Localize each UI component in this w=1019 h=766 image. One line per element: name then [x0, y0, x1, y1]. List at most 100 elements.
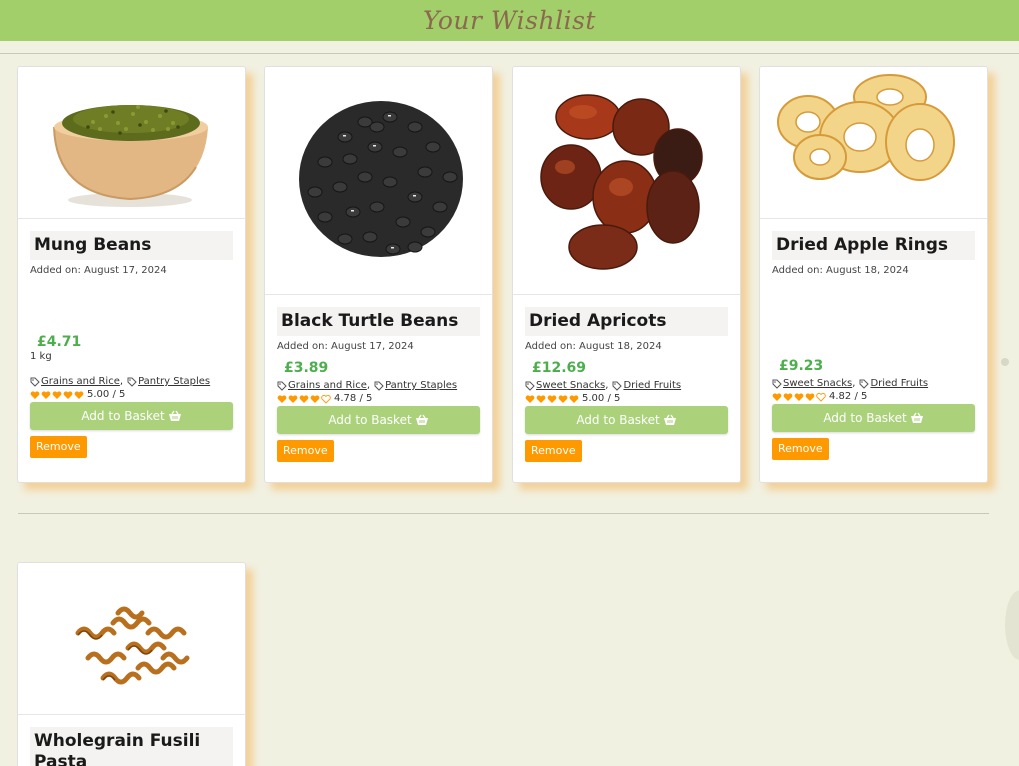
heart-full-icon [30, 390, 40, 399]
product-price: £3.89 [284, 360, 329, 376]
heart-full-icon [805, 392, 815, 401]
product-image-black-turtle-beans[interactable] [265, 67, 492, 295]
product-price: £12.69 [532, 360, 587, 376]
product-title[interactable]: Black Turtle Beans [277, 307, 480, 336]
tag-item[interactable]: Grains and Rice, [277, 380, 370, 391]
remove-button[interactable]: Remove [30, 436, 87, 458]
product-image-dried-apple-rings[interactable] [760, 67, 987, 219]
tag-separator: , [852, 378, 856, 389]
tag-item[interactable]: Sweet Snacks, [525, 380, 608, 391]
added-date: Added on: August 18, 2024 [525, 341, 662, 352]
tag-item[interactable]: Pantry Staples [374, 380, 457, 391]
added-date: Added on: August 17, 2024 [30, 265, 167, 276]
tag-label[interactable]: Grains and Rice [288, 380, 367, 391]
tag-icon [525, 381, 535, 391]
tag-icon [127, 377, 137, 387]
tag-icon [277, 381, 287, 391]
add-to-basket-label: Add to Basket [823, 411, 907, 425]
divider [18, 513, 989, 514]
background-decoration-right-lower [1005, 590, 1019, 660]
add-to-basket-label: Add to Basket [328, 413, 412, 427]
tag-label[interactable]: Dried Fruits [870, 378, 928, 389]
product-title[interactable]: Mung Beans [30, 231, 233, 260]
heart-full-icon [536, 394, 546, 403]
dried-apple-rings-image [777, 74, 955, 181]
tag-label[interactable]: Pantry Staples [138, 376, 210, 387]
background-decoration-right [1001, 358, 1009, 366]
heart-full-icon [74, 390, 84, 399]
basket-icon [663, 414, 676, 425]
product-rating: 5.00 / 5 [30, 389, 233, 400]
heart-full-icon [772, 392, 782, 401]
wishlist-card-black-turtle-beans: Black Turtle Beans Added on: August 17, … [264, 66, 493, 483]
product-price: £9.23 [779, 358, 824, 374]
product-unit: 1 kg [30, 351, 52, 362]
basket-icon [168, 410, 181, 421]
add-to-basket-label: Add to Basket [81, 409, 165, 423]
page-title: Your Wishlist [423, 6, 596, 35]
heart-full-icon [277, 394, 287, 403]
black-beans-image [299, 101, 463, 257]
rating-text: 4.78 / 5 [334, 393, 373, 404]
product-tags: Sweet Snacks, Dried Fruits [525, 380, 728, 391]
product-title[interactable]: Dried Apricots [525, 307, 728, 336]
heart-full-icon [299, 394, 309, 403]
tag-item[interactable]: Dried Fruits [612, 380, 681, 391]
product-title[interactable]: Wholegrain Fusili Pasta [30, 727, 233, 766]
tag-icon [859, 379, 870, 389]
add-to-basket-label: Add to Basket [576, 413, 660, 427]
product-price: £4.71 [37, 334, 82, 350]
heart-full-icon [310, 394, 320, 403]
tag-item[interactable]: Grains and Rice, [30, 376, 123, 387]
heart-full-icon [52, 390, 62, 399]
tag-label[interactable]: Pantry Staples [385, 380, 457, 391]
add-to-basket-button[interactable]: Add to Basket [772, 404, 975, 432]
tag-label[interactable]: Grains and Rice [41, 376, 120, 387]
fusilli-pasta-image [75, 606, 190, 685]
heart-full-icon [794, 392, 804, 401]
remove-button[interactable]: Remove [525, 440, 582, 462]
product-tags: Sweet Snacks, Dried Fruits [772, 378, 975, 389]
dried-apricots-image [540, 94, 703, 270]
product-rating: 5.00 / 5 [525, 393, 728, 404]
tag-icon [374, 381, 384, 391]
tag-label[interactable]: Dried Fruits [623, 380, 681, 391]
add-to-basket-button[interactable]: Add to Basket [277, 406, 480, 434]
product-rating: 4.82 / 5 [772, 391, 975, 402]
rating-text: 4.82 / 5 [829, 391, 868, 402]
heart-empty-icon [321, 394, 331, 404]
product-image-mung-beans[interactable] [18, 67, 245, 219]
tag-item[interactable]: Pantry Staples [127, 376, 210, 387]
tag-label[interactable]: Sweet Snacks [783, 378, 852, 389]
tag-separator: , [119, 376, 124, 387]
product-rating: 4.78 / 5 [277, 393, 480, 404]
product-image-dried-apricots[interactable] [513, 67, 740, 295]
wishlist-card-dried-apple-rings: Dried Apple Rings Added on: August 18, 2… [759, 66, 988, 483]
wishlist-header: Your Wishlist [0, 0, 1019, 41]
heart-full-icon [558, 394, 568, 403]
tag-separator: , [605, 380, 609, 391]
remove-button[interactable]: Remove [772, 438, 829, 460]
tag-item[interactable]: Dried Fruits [859, 378, 928, 389]
tag-separator: , [366, 380, 371, 391]
tag-label[interactable]: Sweet Snacks [536, 380, 605, 391]
tag-icon [772, 379, 782, 389]
add-to-basket-button[interactable]: Add to Basket [525, 406, 728, 434]
rating-text: 5.00 / 5 [87, 389, 126, 400]
heart-full-icon [63, 390, 73, 399]
mung-beans-image [53, 105, 208, 207]
product-title[interactable]: Dried Apple Rings [772, 231, 975, 260]
basket-icon [415, 414, 428, 425]
added-date: Added on: August 17, 2024 [277, 341, 414, 352]
heart-full-icon [288, 394, 298, 403]
divider [0, 53, 1019, 54]
tag-icon [612, 381, 623, 391]
product-image-wholegrain-fusili-pasta[interactable] [18, 563, 245, 715]
tag-icon [30, 377, 40, 387]
remove-button[interactable]: Remove [277, 440, 334, 462]
wishlist-card-dried-apricots: Dried Apricots Added on: August 18, 2024… [512, 66, 741, 483]
product-tags: Grains and Rice, Pantry Staples [277, 380, 480, 391]
heart-full-icon [525, 394, 535, 403]
add-to-basket-button[interactable]: Add to Basket [30, 402, 233, 430]
tag-item[interactable]: Sweet Snacks, [772, 378, 855, 389]
